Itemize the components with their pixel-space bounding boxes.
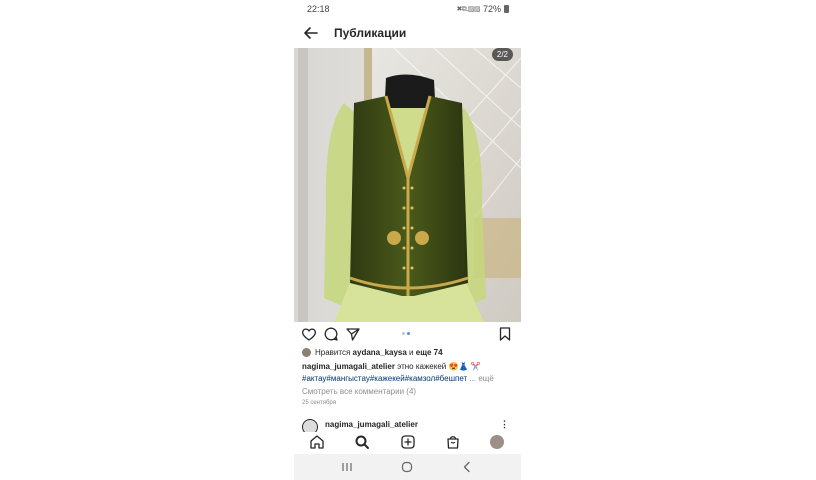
carousel-dot-active: [407, 332, 410, 335]
search-icon[interactable]: [354, 434, 370, 450]
more-options-icon[interactable]: ⋮: [500, 419, 509, 430]
post-actions: [294, 326, 521, 344]
new-post-icon[interactable]: [400, 434, 416, 450]
next-post-username[interactable]: nagima_jumagali_atelier: [325, 420, 418, 429]
next-post-header: nagima_jumagali_atelier ⋮: [294, 416, 521, 435]
carousel-dot: [402, 332, 405, 335]
carousel-dots: [402, 332, 410, 335]
likes-others[interactable]: еще 74: [416, 348, 443, 357]
caption-text: этно кажекей 😍👗 ✂️: [397, 362, 481, 371]
bookmark-icon[interactable]: [497, 326, 513, 342]
likes-prefix: Нравится: [315, 348, 351, 357]
back-arrow-icon[interactable]: [302, 24, 320, 42]
more-link[interactable]: ... ещё: [469, 374, 493, 383]
post-date: 25 сентября: [302, 400, 336, 406]
shop-icon[interactable]: [445, 434, 461, 450]
status-time: 22:18: [307, 4, 330, 14]
system-nav-bar: [294, 454, 521, 480]
signal-icons: ✖⧉.▨▨: [456, 5, 480, 13]
likes-row: Нравится aydana_kaysa и еще 74: [302, 348, 443, 357]
home-icon[interactable]: [309, 434, 325, 450]
header: Публикации: [294, 20, 521, 46]
hashtags-row: #актау#мангыстау#кажекей#камзол#бешпет .…: [302, 374, 514, 383]
status-indicators: ✖⧉.▨▨ 72%: [456, 4, 509, 14]
phone-screen: 22:18 ✖⧉.▨▨ 72% Публикации 2/2 Нравится …: [294, 0, 521, 480]
bottom-nav: [294, 432, 521, 452]
profile-avatar[interactable]: [490, 435, 504, 449]
view-comments-link[interactable]: Смотреть все комментарии (4): [302, 387, 416, 396]
post-image[interactable]: 2/2: [294, 48, 521, 322]
liker-username[interactable]: aydana_kaysa: [353, 348, 407, 357]
heart-icon[interactable]: [301, 326, 317, 342]
page-counter-badge: 2/2: [491, 48, 513, 61]
post-photo: [294, 48, 521, 322]
battery-percent: 72%: [482, 4, 501, 14]
liker-avatar: [302, 348, 311, 357]
page-title: Публикации: [334, 26, 407, 40]
hashtags[interactable]: #актау#мангыстау#кажекей#камзол#бешпет: [302, 374, 467, 383]
caption: nagima_jumagali_atelier этно кажекей 😍👗 …: [302, 362, 514, 371]
comment-icon[interactable]: [323, 326, 339, 342]
caption-username[interactable]: nagima_jumagali_atelier: [302, 362, 395, 371]
battery-icon: [504, 5, 509, 13]
likes-conjunction: и: [409, 348, 414, 357]
share-icon[interactable]: [345, 326, 361, 342]
recent-apps-icon[interactable]: [340, 460, 354, 474]
status-bar: 22:18 ✖⧉.▨▨ 72%: [294, 0, 521, 18]
home-circle-icon[interactable]: [400, 460, 414, 474]
back-chevron-icon[interactable]: [460, 460, 474, 474]
